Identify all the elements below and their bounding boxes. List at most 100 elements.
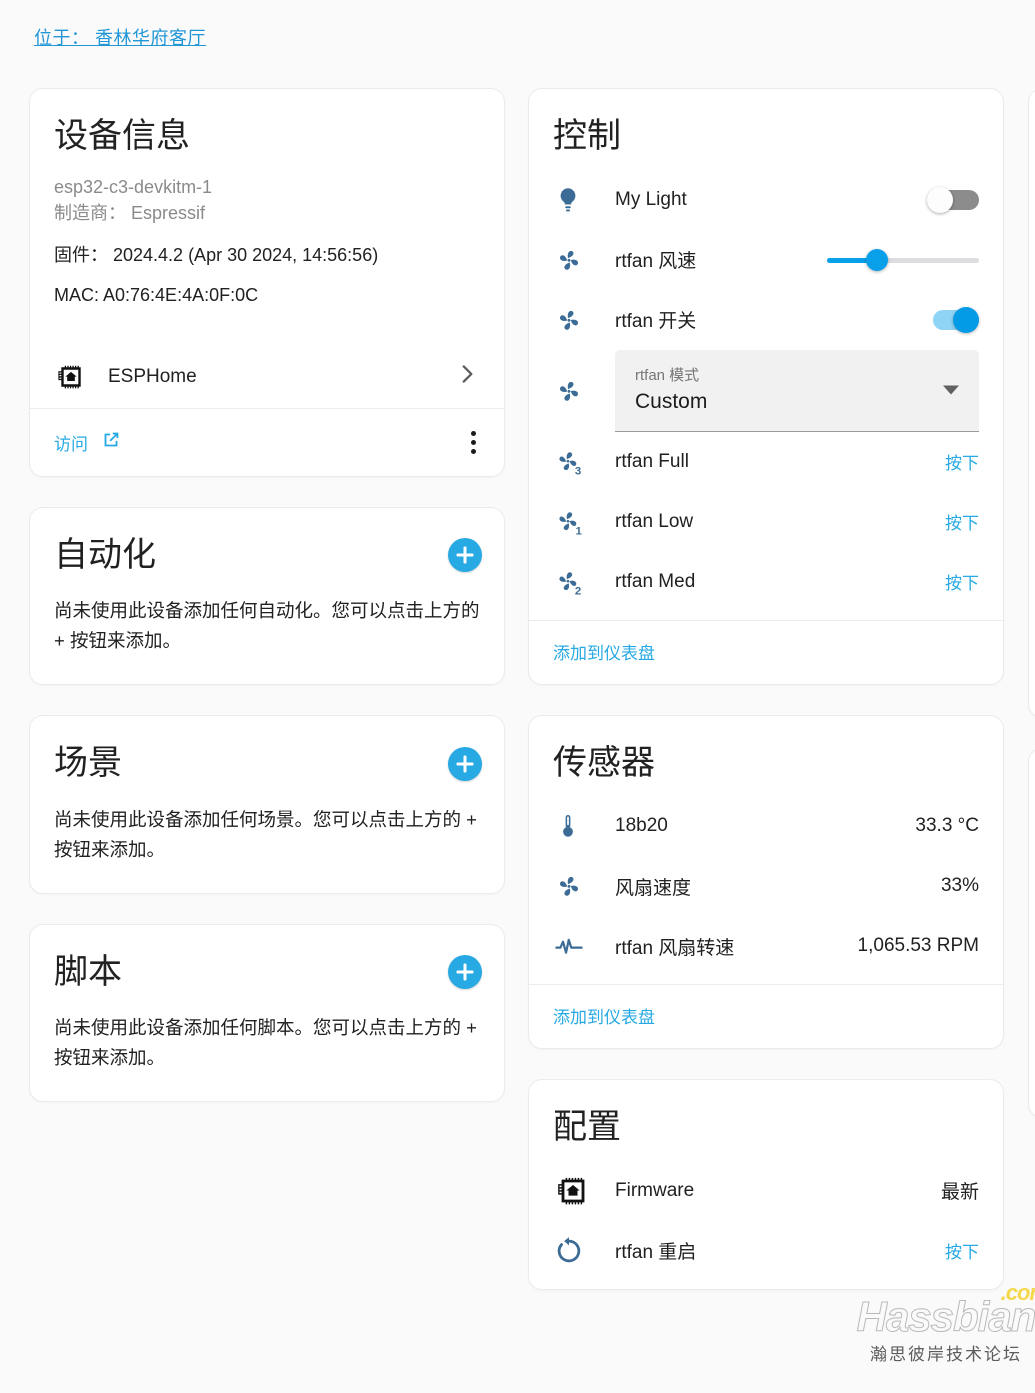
scripts-empty-text: 尚未使用此设备添加任何脚本。您可以点击上方的 + 按钮来添加。 [54, 1017, 477, 1069]
sensors-footer: 添加到仪表盘 [529, 985, 1003, 1048]
chevron-down-icon [943, 385, 959, 395]
device-firmware: 固件： 2024.4.2 (Apr 30 2024, 14:56:56) [54, 244, 379, 265]
control-name: rtfan Med [615, 570, 696, 592]
automations-header: 自动化 [30, 508, 504, 582]
control-row-rtfan-speed: rtfan 风速 [553, 230, 979, 290]
rtfan-mode-select[interactable]: rtfan 模式 Custom [615, 349, 979, 432]
scenes-header: 场景 [30, 716, 504, 790]
controls-add-to-dashboard-link[interactable]: 添加到仪表盘 [553, 639, 655, 664]
rtfan-med-press-button[interactable]: 按下 [935, 569, 979, 594]
open-in-new-icon [100, 429, 122, 456]
column-middle: 控制 My Light rtfan 风速 rtfan 开关 rtfan 模式 C… [528, 88, 1004, 1320]
sensor-value: 33% [940, 875, 979, 896]
config-name: rtfan 重启 [615, 1242, 697, 1263]
slider-thumb[interactable] [866, 248, 889, 271]
fan-icon [553, 304, 615, 336]
config-name: Firmware [615, 1179, 695, 1201]
lightbulb-icon [553, 185, 615, 215]
offscreen-card-1 [1028, 88, 1035, 718]
sensors-title: 传感器 [553, 743, 655, 782]
add-scene-button[interactable] [448, 746, 482, 781]
scripts-header: 脚本 [30, 925, 504, 999]
rtfan-low-press-button[interactable]: 按下 [935, 509, 979, 534]
fan-icon [553, 870, 615, 902]
scripts-title: 脚本 [54, 952, 122, 991]
add-script-button[interactable] [448, 955, 482, 989]
scenes-empty-text: 尚未使用此设备添加任何场景。您可以点击上方的 + 按钮来添加。 [54, 808, 477, 860]
my-light-toggle[interactable] [927, 186, 979, 213]
add-automation-button[interactable] [448, 538, 482, 573]
fan-speed-1-icon: 1 [553, 506, 615, 538]
toggle-knob [953, 306, 979, 333]
control-row-rtfan-mode: rtfan 模式 Custom [553, 349, 979, 432]
sensor-value: 1,065.53 RPM [857, 935, 979, 956]
chip-home-icon [553, 1171, 615, 1211]
control-row-rtfan-full: 3 rtfan Full 按下 [553, 432, 979, 492]
thermometer-icon [553, 811, 615, 841]
chevron-right-icon [454, 361, 480, 392]
sensors-rows: 18b20 33.3 °C 风扇速度 33% rtfan 风扇转速 1,065.… [529, 790, 1003, 984]
controls-card: 控制 My Light rtfan 风速 rtfan 开关 rtfan 模式 C… [528, 88, 1004, 685]
more-vertical-icon[interactable] [465, 427, 482, 458]
device-info-card: 设备信息 esp32-c3-devkitm-1 制造商： Espressif 固… [29, 88, 505, 477]
scripts-body: 尚未使用此设备添加任何脚本。您可以点击上方的 + 按钮来添加。 [30, 1013, 504, 1101]
rtfan-full-press-button[interactable]: 按下 [935, 449, 979, 474]
controls-title: 控制 [553, 117, 621, 155]
firmware-status-value: 最新 [940, 1182, 979, 1203]
rtfan-restart-press-button[interactable]: 按下 [935, 1238, 979, 1263]
fan-speed-2-icon: 2 [553, 566, 615, 598]
sensor-row-fan-speed: 风扇速度 33% [553, 856, 979, 916]
device-info-actions: 访问 [30, 409, 504, 476]
offscreen-card-2 [1028, 748, 1035, 1118]
scripts-card: 脚本 尚未使用此设备添加任何脚本。您可以点击上方的 + 按钮来添加。 [29, 923, 505, 1103]
sensors-card: 传感器 18b20 33.3 °C 风扇速度 33% rtfan 风扇转速 1,… [528, 714, 1004, 1049]
configuration-rows: Firmware 最新 rtfan 重启 按下 [529, 1155, 1003, 1289]
sensors-add-to-dashboard-link[interactable]: 添加到仪表盘 [553, 1003, 655, 1028]
integration-label: ESPHome [108, 365, 197, 387]
rtfan-switch-toggle[interactable] [927, 306, 979, 333]
svg-text:2: 2 [575, 585, 581, 597]
integration-row-esphome[interactable]: ESPHome [30, 346, 504, 408]
control-row-rtfan-med: 2 rtfan Med 按下 [553, 552, 979, 612]
svg-text:3: 3 [575, 465, 581, 477]
chip-home-icon [54, 360, 100, 394]
scenes-card: 场景 尚未使用此设备添加任何场景。您可以点击上方的 + 按钮来添加。 [29, 715, 505, 894]
fan-icon [553, 244, 615, 276]
control-name: rtfan Low [615, 510, 694, 532]
svg-text:1: 1 [576, 525, 583, 537]
automations-empty-text: 尚未使用此设备添加任何自动化。您可以点击上方的 + 按钮来添加。 [54, 600, 480, 652]
device-page: 位于： 香林华府客厅 设备信息 esp32-c3-devkitm-1 制造商： … [0, 0, 1035, 1393]
controls-rows: My Light rtfan 风速 rtfan 开关 rtfan 模式 Cust… [529, 164, 1003, 620]
sensor-name: 18b20 [615, 815, 668, 836]
controls-footer: 添加到仪表盘 [529, 621, 1003, 684]
rtfan-speed-slider[interactable] [827, 248, 979, 271]
control-name: rtfan 开关 [615, 311, 697, 332]
visit-label: 访问 [54, 434, 88, 454]
sensor-name: 风扇速度 [615, 877, 692, 899]
sensor-row-rtfan-rpm: rtfan 风扇转速 1,065.53 RPM [553, 916, 979, 976]
configuration-title: 配置 [553, 1108, 621, 1146]
visit-link[interactable]: 访问 [54, 429, 122, 456]
watermark-tld: .com [1000, 1280, 1035, 1305]
scenes-title: 场景 [54, 744, 122, 783]
automations-body: 尚未使用此设备添加任何自动化。您可以点击上方的 + 按钮来添加。 [30, 596, 504, 684]
area-breadcrumb-link[interactable]: 位于： 香林华府客厅 [34, 24, 206, 50]
pulse-icon [553, 930, 615, 962]
column-left: 设备信息 esp32-c3-devkitm-1 制造商： Espressif 固… [29, 88, 505, 1132]
restart-icon [553, 1235, 615, 1267]
control-row-rtfan-low: 1 rtfan Low 按下 [553, 492, 979, 552]
control-name: rtfan Full [615, 450, 689, 472]
config-row-firmware: Firmware 最新 [553, 1161, 979, 1221]
select-label: rtfan 模式 [635, 366, 700, 384]
device-info-body: esp32-c3-devkitm-1 制造商： Espressif 固件： 20… [30, 174, 504, 346]
device-manufacturer: 制造商： Espressif [54, 202, 206, 223]
control-name: rtfan 风速 [615, 251, 697, 272]
sensor-value: 33.3 °C [915, 815, 979, 836]
select-value: Custom [635, 389, 708, 413]
control-row-rtfan-switch: rtfan 开关 [553, 290, 979, 350]
sensor-name: rtfan 风扇转速 [615, 937, 735, 959]
scenes-body: 尚未使用此设备添加任何场景。您可以点击上方的 + 按钮来添加。 [30, 805, 504, 893]
toggle-knob [927, 186, 953, 213]
fan-speed-3-icon: 3 [553, 446, 615, 478]
device-model: esp32-c3-devkitm-1 [54, 176, 213, 197]
